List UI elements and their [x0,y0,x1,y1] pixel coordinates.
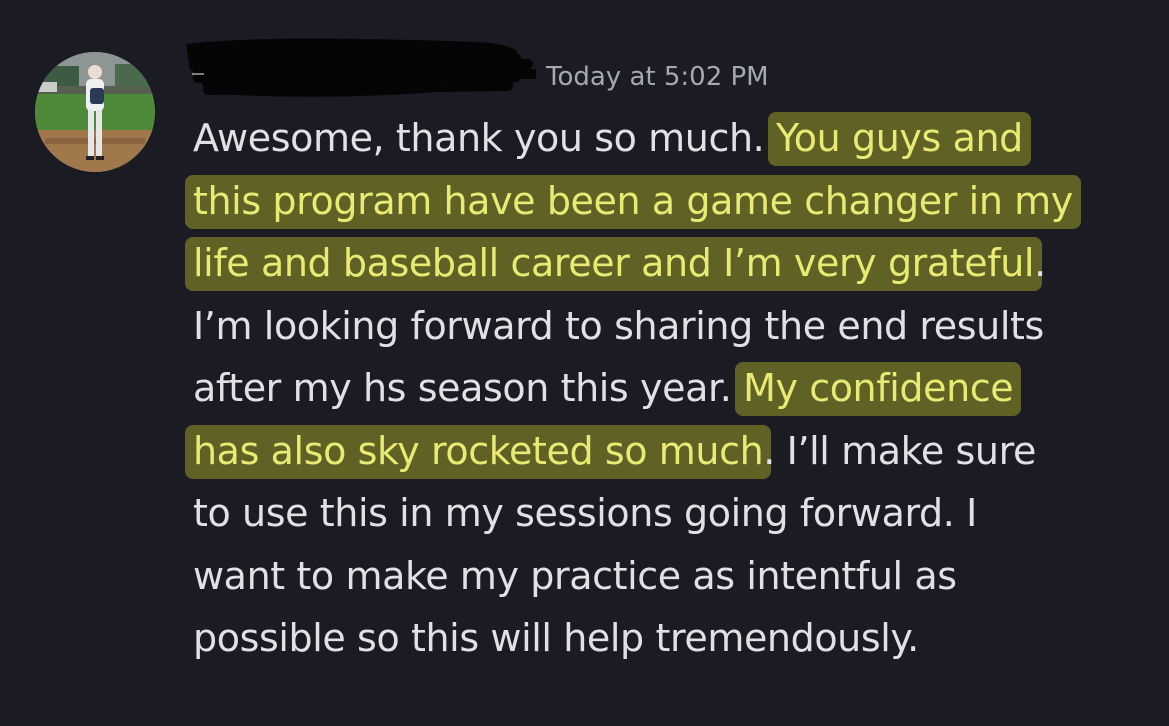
highlighted-text: My confidence [735,362,1022,416]
message-timestamp: Today at 5:02 PM [546,62,769,92]
highlighted-text: You guys and [768,112,1031,166]
highlighted-text: this program have been a game changer in… [185,174,1081,229]
message-text: I’m looking forward to sharing the end r… [193,303,1044,348]
message-content: Awesome, thank you so much. You guys and… [185,107,1153,670]
redaction-scribble-icon [186,38,539,97]
message-text: after my hs season this year. [193,366,744,410]
message-text: want to make my practice as intentful as [193,553,957,598]
message-line: to use this in my sessions going forward… [193,482,1153,545]
message-line: I’m looking forward to sharing the end r… [193,295,1153,358]
message-text: . [1034,241,1046,285]
message-line: possible so this will help tremendously. [193,607,1153,670]
message-text: to use this in my sessions going forward… [193,491,977,535]
message-text: . I’ll make sure [763,428,1036,473]
message-line: has also sky rocketed so much. I’ll make… [185,420,1153,483]
message-line: want to make my practice as intentful as [193,545,1153,608]
highlighted-text: has also sky rocketed so much [185,424,772,479]
chat-message-screen: Today at 5:02 PM Awesome, thank you so m… [0,0,1169,726]
message-text: possible so this will help tremendously. [193,616,919,660]
highlighted-text: life and baseball career and I’m very gr… [185,237,1043,291]
message-text: Awesome, thank you so much. [193,116,777,160]
message-line: after my hs season this year. My confide… [193,357,1153,420]
user-avatar[interactable] [35,52,155,172]
redacted-username[interactable] [178,34,539,106]
avatar-photo-icon [35,52,155,172]
message-line: life and baseball career and I’m very gr… [185,232,1153,295]
message-line: this program have been a game changer in… [185,170,1153,233]
message-line: Awesome, thank you so much. You guys and [193,107,1153,170]
